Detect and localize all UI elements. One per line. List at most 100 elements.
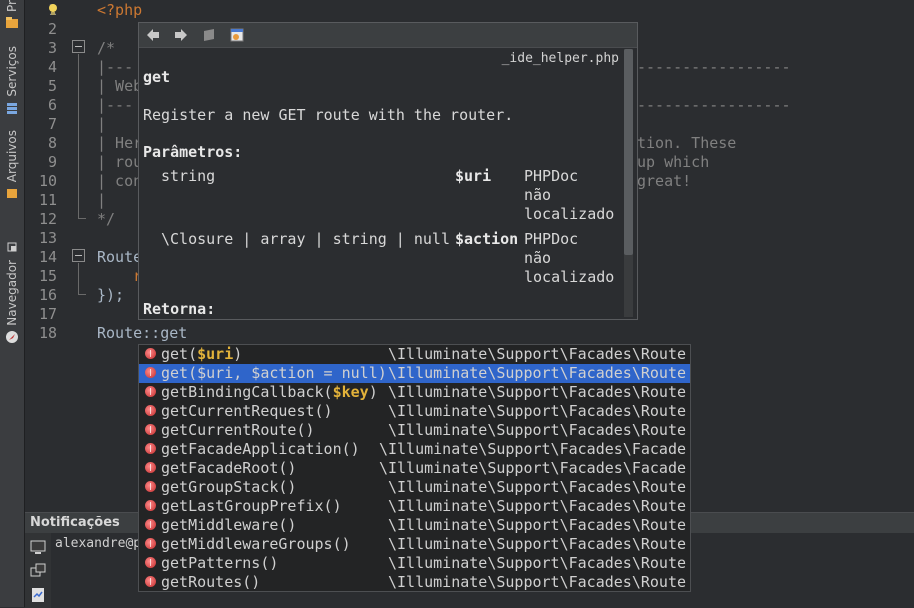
completion-class: \Illuminate\Support\Facades\Route [387,535,686,553]
projects-icon [6,16,18,28]
completion-item[interactable]: get($uri) \Illuminate\Support\Facades\Ro… [139,345,690,364]
side-tab-projects[interactable]: Pr [0,0,24,30]
param-name: $uri [455,167,492,185]
line-number: 4 [47,58,57,76]
param-doc: localizado [524,268,615,286]
notification-message[interactable]: alexandre@p [55,536,141,551]
doc-description: Register a new GET route with the router… [143,106,514,124]
side-tab-files[interactable]: Arquivos [0,130,24,200]
windows-icon[interactable] [30,563,46,579]
code-line-11: | [97,191,107,209]
completion-class: \Illuminate\Support\Facades\Route [387,402,686,420]
line-number: 8 [47,134,57,152]
completion-signature: getCurrentRoute() [161,421,315,439]
side-tab-strip: Pr Serviços Arquivos Navegador [0,0,25,607]
code-line-4: |--- [97,58,134,76]
param-doc: PHPDoc [524,230,579,248]
doc-returns-heading: Retorna: [143,300,216,318]
code-line-6: |--- [97,96,134,114]
code-line-5: | Web [97,77,143,95]
completion-item[interactable]: getFacadeRoot() \Illuminate\Support\Faca… [139,459,690,478]
line-number: 6 [47,96,57,114]
fold-toggle[interactable] [72,249,85,262]
completion-item[interactable]: getCurrentRequest() \Illuminate\Support\… [139,402,690,421]
method-icon [145,443,156,454]
completion-signature: get($uri) [161,345,243,363]
side-tab-label: Arquivos [5,130,19,183]
doc-toolbar [139,23,637,48]
completion-class: \Illuminate\Support\Facades\Facade [378,459,686,477]
completion-signature: getLastGroupPrefix() [161,497,342,515]
code-line-4-right: ----------------- [637,58,791,76]
completion-item[interactable]: getLastGroupPrefix() \Illuminate\Support… [139,497,690,516]
browser-icon [230,28,244,42]
method-icon [145,538,156,549]
services-icon [7,102,17,114]
forward-button[interactable] [173,27,189,43]
fold-guide [78,263,79,294]
completion-class: \Illuminate\Support\Facades\Route [387,345,686,363]
completion-item[interactable]: getCurrentRoute() \Illuminate\Support\Fa… [139,421,690,440]
code-line-8: | Her [97,134,143,152]
side-tab-services[interactable]: Serviços [0,46,24,115]
completion-item[interactable]: getMiddleware() \Illuminate\Support\Faca… [139,516,690,535]
completion-item[interactable]: getBindingCallback($key) \Illuminate\Sup… [139,383,690,402]
hint-bulb-icon[interactable] [47,3,59,17]
back-button[interactable] [145,27,161,43]
doc-scrollbar[interactable] [624,49,633,317]
source-icon [204,29,214,41]
completion-class: \Illuminate\Support\Facades\Route [387,478,686,496]
line-number: 16 [38,286,57,304]
line-number: 15 [38,267,57,285]
completion-signature: getCurrentRequest() [161,402,333,420]
monitor-icon[interactable] [30,539,46,555]
completion-item-selected[interactable]: get($uri, $action = null) \Illuminate\Su… [139,364,690,383]
doc-scrollbar-thumb[interactable] [624,49,633,255]
completion-item[interactable]: getGroupStack() \Illuminate\Support\Faca… [139,478,690,497]
completion-class: \Illuminate\Support\Facades\Route [387,516,686,534]
completion-class: \Illuminate\Support\Facades\Route [387,573,686,591]
code-line-12: */ [97,210,116,228]
doc-params-heading: Parâmetros: [143,143,243,161]
line-number: 10 [38,172,57,190]
code-line-10: | con [97,172,143,190]
line-number: 12 [38,210,57,228]
doc-source-file: _ide_helper.php [501,51,619,66]
report-icon[interactable] [30,587,46,603]
line-number: 5 [47,77,57,95]
completion-item[interactable]: getFacadeApplication() \Illuminate\Suppo… [139,440,690,459]
code-line-6-right: ----------------- [637,96,791,114]
fold-toggle[interactable] [72,40,85,53]
method-icon [145,500,156,511]
completion-item[interactable]: getMiddlewareGroups() \Illuminate\Suppor… [139,535,690,554]
line-number: 17 [38,305,57,323]
completion-signature: getMiddlewareGroups() [161,535,351,553]
completion-signature: getGroupStack() [161,478,297,496]
side-tab-navigator[interactable]: Navegador [0,236,24,344]
side-tab-label: Navegador [5,260,19,326]
code-line-1: <?php [97,1,143,19]
completion-signature: getBindingCallback($key) [161,383,378,401]
param-doc: não [524,186,552,204]
code-completion-list[interactable]: get($uri) \Illuminate\Support\Facades\Ro… [138,344,691,592]
completion-item[interactable]: getPatterns() \Illuminate\Support\Facade… [139,554,690,573]
line-number: 13 [38,229,57,247]
show-source-button[interactable] [201,27,217,43]
completion-class: \Illuminate\Support\Facades\Route [387,497,686,515]
documentation-popup: _ide_helper.php get Register a new GET r… [138,22,638,320]
code-line-18: Route::get [97,324,188,342]
notifications-title: Notificações [30,515,120,530]
line-number: 14 [38,248,57,266]
completion-class: \Illuminate\Support\Facades\Route [387,421,686,439]
completion-class: \Illuminate\Support\Facades\Route [387,364,686,382]
side-tab-label: Serviços [5,46,19,97]
method-icon [145,462,156,473]
completion-signature: getFacadeRoot() [161,459,297,477]
completion-item[interactable]: getRoutes() \Illuminate\Support\Facades\… [139,573,690,591]
line-number: 9 [47,153,57,171]
open-browser-button[interactable] [229,27,245,43]
line-number: 2 [47,20,57,38]
code-line-9: | rou [97,153,143,171]
completion-signature: getFacadeApplication() [161,440,360,458]
fold-guide [78,218,86,219]
